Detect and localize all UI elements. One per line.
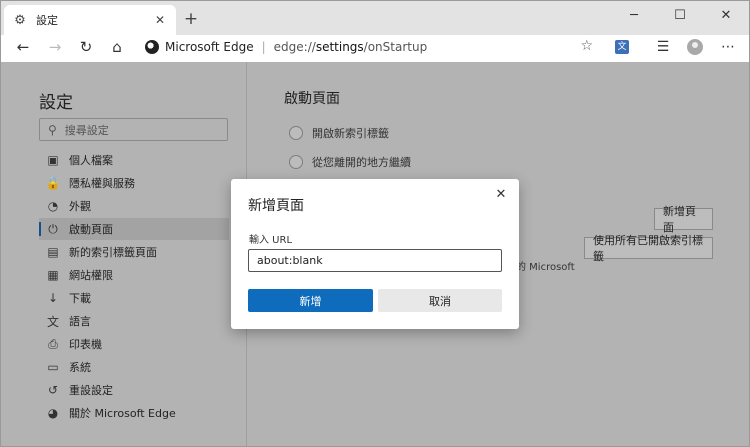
search-placeholder: 搜尋設定 [64,123,109,137]
sidebar: 設定 ⚲ 搜尋設定 ▣ 個人檔案 🔒 隱私權與服務 ◔ 外觀 ⏻ 啟動頁面 ▤ 新的索引標籤頁面 ▦… [1,62,246,446]
search-input[interactable]: ⚲ 搜尋設定 [39,118,228,141]
url-text: edge://settings/onStartup [273,39,428,54]
translate-icon[interactable]: 文 [611,36,633,58]
radio-circle[interactable] [289,126,303,140]
maximize-button[interactable]: ☐ [657,1,703,29]
newtab-icon: ▤ [47,245,59,259]
gear-icon: ⚙ [14,12,26,28]
address-separator: | [261,39,266,54]
favorites-icon[interactable]: ☰ [652,36,674,58]
close-icon[interactable]: ✕ [493,186,509,202]
sidebar-item[interactable]: ↺ 重設設定 [39,379,229,401]
sidebar-item-label: 關於 Microsoft Edge [69,407,176,420]
language-icon: 文 [46,314,59,329]
sidebar-item-label: 語言 [69,315,91,328]
new-tab-button[interactable]: + [181,9,201,29]
cancel-button[interactable]: 取消 [378,289,502,312]
minimize-button[interactable]: ─ [611,1,657,29]
browser-window: ⚙ 設定 ✕ + ─ ☐ ✕ ← → ↻ ⌂ Microsoft Edge | … [0,0,750,447]
search-icon: ⚲ [48,122,57,137]
system-icon: ▭ [47,360,59,374]
radio-circle[interactable] [289,155,303,169]
sidebar-item[interactable]: ▦ 網站權限 [39,264,229,286]
forward-button[interactable]: → [43,35,67,59]
sidebar-item-label: 新的索引標籤頁面 [69,246,157,259]
download-icon: ↓ [47,291,59,305]
sidebar-item[interactable]: ▤ 新的索引標籤頁面 [39,241,229,263]
printer-icon: ⎙ [48,336,58,351]
sidebar-item-label: 個人檔案 [69,154,113,167]
site-permissions-icon: ▦ [47,268,59,282]
sidebar-item[interactable]: ⎙ 印表機 [39,333,229,355]
back-button[interactable]: ← [11,35,35,59]
sidebar-item[interactable]: 🔒 隱私權與服務 [39,172,229,194]
page-title: 啟動頁面 [284,91,340,107]
profile-icon: ▣ [47,153,59,167]
close-window-button[interactable]: ✕ [703,1,749,29]
sidebar-item-label: 下載 [69,292,91,305]
use-all-open-tabs-button[interactable]: 使用所有已開啟索引標籤 [584,234,713,263]
sidebar-item[interactable]: 文語言 [39,310,229,332]
favorite-star-icon[interactable]: ☆ [580,38,593,54]
partial-text: 的 Microsoft [516,262,575,273]
power-icon: ⏻ [48,221,58,236]
sidebar-item-label: 隱私權與服務 [69,177,135,190]
sidebar-item[interactable]: ◔ 外觀 [39,195,229,217]
radio-open-new-tab[interactable]: 開啟新索引標籤 [289,125,389,141]
refresh-button[interactable]: ↻ [74,35,98,59]
edge-logo-icon [145,39,159,54]
sidebar-item[interactable]: ⏻ 啟動頁面 [39,218,229,240]
tab-strip: ⚙ 設定 ✕ + ─ ☐ ✕ [1,1,749,35]
tab-title: 設定 [36,14,58,27]
more-menu-icon[interactable]: ⋯ [717,36,739,58]
sidebar-item-label: 系統 [69,361,91,374]
avatar [687,39,703,55]
tab-settings[interactable]: ⚙ 設定 ✕ [4,5,176,35]
sidebar-item[interactable]: ▭ 系統 [39,356,229,378]
profile-button[interactable] [684,36,706,58]
palette-icon: ◔ [47,199,59,213]
toolbar: ← → ↻ ⌂ Microsoft Edge | edge://settings… [1,35,749,61]
lock-icon: 🔒 [45,176,61,190]
url-input[interactable] [248,249,502,272]
add-page-dialog: 新增頁面 ✕ 輸入 URL 新增 取消 [231,179,519,329]
sidebar-item[interactable]: ▣ 個人檔案 [39,149,229,171]
add-page-button[interactable]: 新增頁面 [654,205,713,234]
sidebar-item-label: 印表機 [69,338,102,351]
radio-label: 從您離開的地方繼續 [312,156,411,169]
sidebar-title: 設定 [39,93,73,113]
sidebar-item-label: 重設設定 [69,384,113,397]
sidebar-item-label: 外觀 [69,200,91,213]
sidebar-item[interactable]: ◕ 關於 Microsoft Edge [39,402,229,424]
dialog-title: 新增頁面 [248,198,304,214]
radio-continue[interactable]: 從您離開的地方繼續 [289,154,411,170]
sidebar-item[interactable]: ↓ 下載 [39,287,229,309]
sidebar-item-label: 啟動頁面 [69,223,113,236]
url-label: 輸入 URL [249,235,293,246]
site-name: Microsoft Edge [165,39,254,54]
radio-label: 開啟新索引標籤 [312,127,389,140]
edge-logo-icon: ◕ [47,406,59,420]
tab-close-icon[interactable]: ✕ [152,12,168,28]
home-button[interactable]: ⌂ [105,35,129,59]
reset-icon: ↺ [47,383,59,397]
address-bar[interactable]: Microsoft Edge | edge://settings/onStart… [137,34,603,59]
add-button[interactable]: 新增 [248,289,373,312]
sidebar-item-label: 網站權限 [69,269,113,282]
